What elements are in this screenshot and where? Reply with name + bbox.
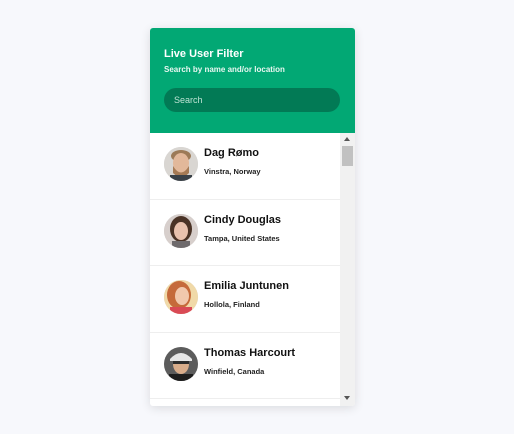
header: Live User Filter Search by name and/or l…	[150, 28, 355, 133]
search-input[interactable]	[164, 88, 340, 112]
user-name: Dag Rømo	[204, 147, 259, 159]
list-item[interactable]: Cindy Douglas Tampa, United States	[150, 200, 340, 266]
scroll-down-icon[interactable]	[344, 396, 350, 400]
user-location: Winfield, Canada	[204, 366, 265, 376]
user-name: Thomas Harcourt	[204, 346, 296, 359]
user-avatar	[164, 346, 198, 381]
list-item[interactable]: Thomas Harcourt Winfield, Canada	[150, 333, 340, 399]
user-avatar	[164, 280, 198, 314]
scrollbar[interactable]	[340, 133, 355, 406]
list-item[interactable]: Dag Rømo Vinstra, Norway	[150, 133, 340, 200]
user-name: Cindy Douglas	[204, 213, 282, 226]
user-avatar	[164, 213, 198, 248]
scroll-up-icon[interactable]	[344, 137, 350, 141]
user-location: Vinstra, Norway	[204, 167, 261, 176]
user-name: Emilia Juntunen	[204, 280, 289, 292]
page-subtitle: Search by name and/or location	[164, 65, 285, 74]
user-filter-card: Live User Filter Search by name and/or l…	[150, 28, 355, 406]
list-item[interactable]: Emilia Juntunen Hollola, Finland	[150, 266, 340, 333]
user-avatar	[164, 147, 198, 181]
page-title: Live User Filter	[164, 48, 244, 60]
user-location: Hollola, Finland	[204, 300, 260, 309]
user-location: Tampa, United States	[204, 233, 280, 243]
user-list[interactable]: Dag Rømo Vinstra, Norway Cindy Douglas T…	[150, 133, 340, 406]
scrollbar-thumb[interactable]	[342, 146, 353, 166]
